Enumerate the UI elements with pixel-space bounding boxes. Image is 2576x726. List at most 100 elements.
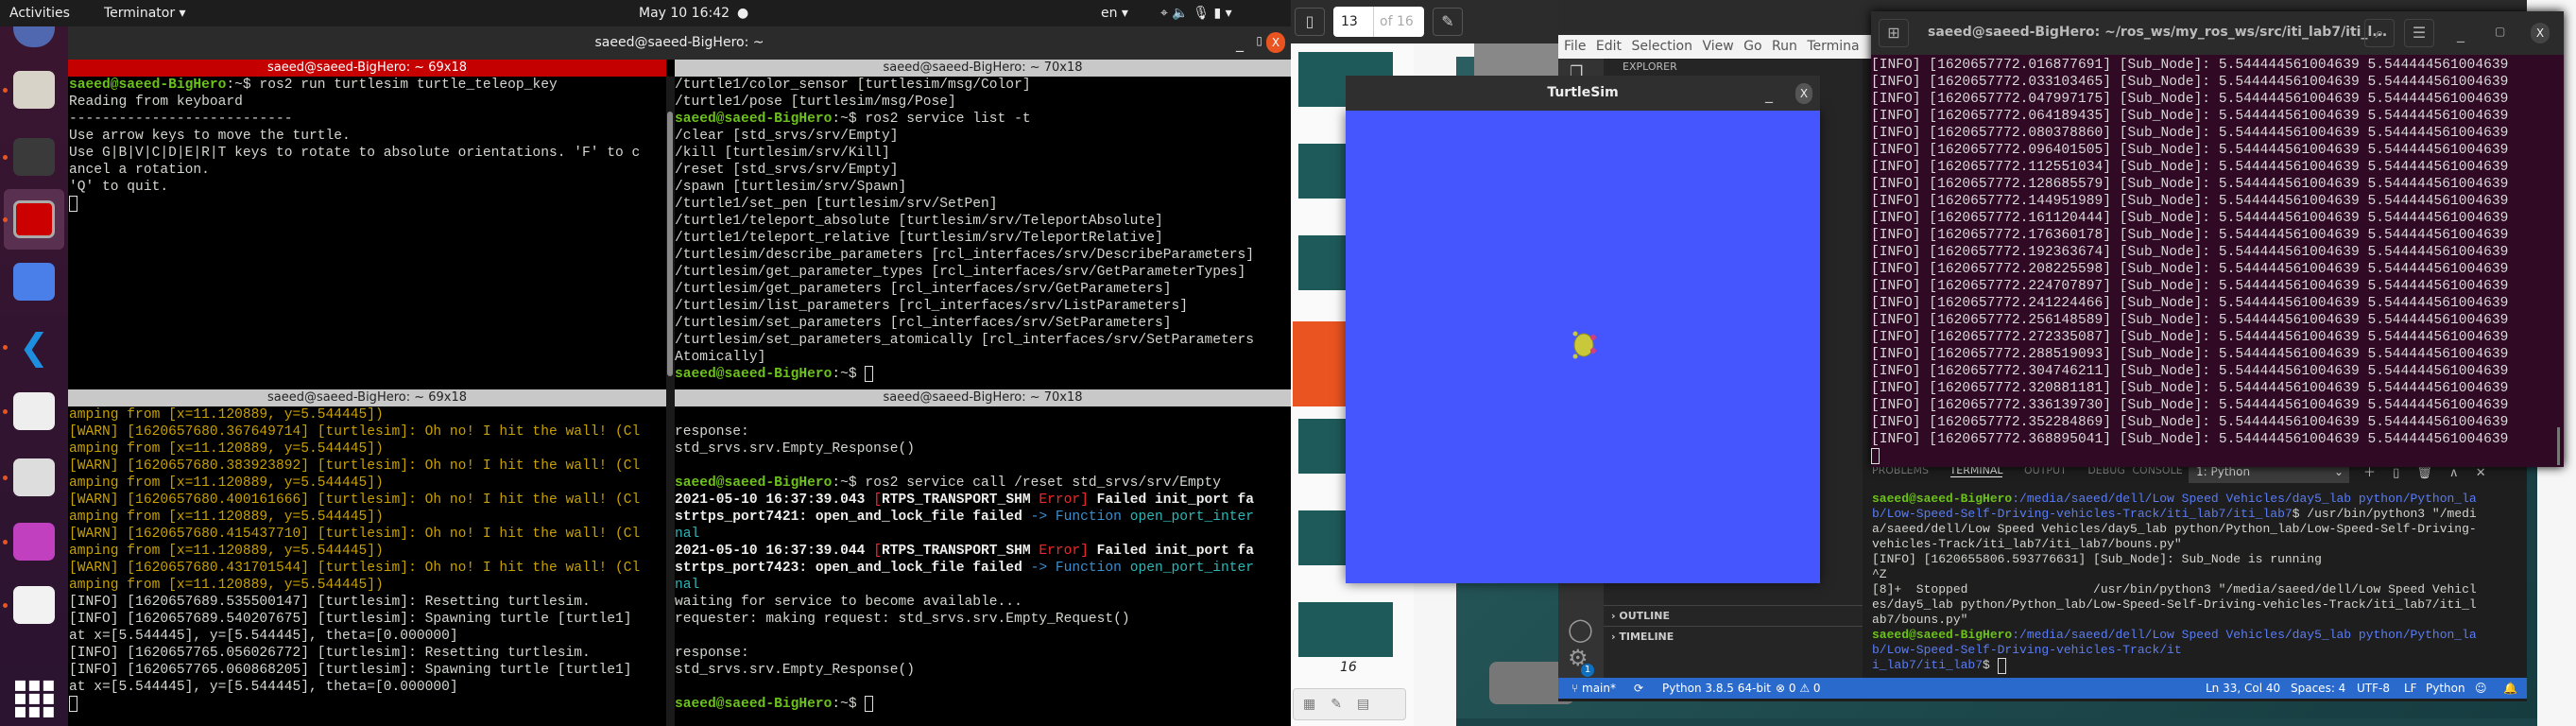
- document-viewer-icon[interactable]: [13, 392, 55, 430]
- log-node: ] [Sub_Node]:: [2103, 381, 2219, 396]
- annotate-icon[interactable]: ✎: [1433, 8, 1463, 36]
- python-interpreter[interactable]: Python 3.8.5 64-bit: [1662, 678, 1771, 699]
- terminator-icon[interactable]: [13, 200, 55, 238]
- terminal-pane-bottom-right[interactable]: saeed@saeed-BigHero: ~ 70x18 response: st…: [675, 389, 1291, 726]
- app-icon-partial[interactable]: [13, 26, 55, 47]
- menu-terminal[interactable]: Termina: [1807, 39, 1859, 54]
- sync-icon[interactable]: ⟳: [1634, 678, 1643, 699]
- files-icon[interactable]: [13, 71, 55, 109]
- maximize-button[interactable]: ▯: [1256, 34, 1262, 47]
- page-selector[interactable]: 13 of 16: [1333, 7, 1424, 37]
- pane-output[interactable]: amping from [x=11.120889, y=5.544445]) [W…: [68, 406, 666, 726]
- menu-go[interactable]: Go: [1743, 39, 1761, 54]
- close-button[interactable]: X: [1795, 83, 1812, 104]
- line-segment: strtps_port7423: open_and_lock_file fail…: [675, 561, 1031, 576]
- line-segment: open_port_inter: [1129, 561, 1255, 576]
- log-line: [INFO] [1620657772.176360178] [Sub_Node]…: [1871, 227, 2556, 244]
- line-segment: :~$ ros2 run turtlesim turtle_teleop_key: [226, 78, 558, 93]
- timeline-section[interactable]: › TIMELINE: [1604, 626, 1863, 647]
- minimize-button[interactable]: _: [2457, 25, 2464, 43]
- pane-output[interactable]: response: std_srvs.srv.Empty_Response() s…: [675, 406, 1291, 726]
- notifications-bell-icon[interactable]: 🔔: [2503, 678, 2517, 699]
- terminal-pane-top-left[interactable]: saeed@saeed-BigHero: ~ 69x18 saeed@saeed…: [68, 60, 666, 389]
- log-level: [INFO] [: [1871, 330, 1938, 345]
- sidebar-mode-buttons[interactable]: ▦✎▤: [1293, 688, 1406, 720]
- line-segment: :~$: [832, 367, 866, 382]
- menu-file[interactable]: File: [1564, 39, 1586, 54]
- terminal-pane-bottom-left[interactable]: saeed@saeed-BigHero: ~ 69x18 amping from…: [68, 389, 666, 726]
- pane-output[interactable]: /turtle1/color_sensor [turtlesim/msg/Col…: [675, 77, 1291, 389]
- terminal-icon[interactable]: [13, 138, 55, 176]
- line-segment: Error]: [1039, 544, 1089, 559]
- media-player-icon[interactable]: [13, 523, 55, 561]
- cursor-position[interactable]: Ln 33, Col 40: [2206, 678, 2280, 699]
- log-node: ] [Sub_Node]:: [2103, 177, 2219, 192]
- log-node: ] [Sub_Node]:: [2103, 364, 2219, 379]
- search-icon[interactable]: ⌕: [2364, 19, 2395, 47]
- line-segment: $ /usr/bin/python3 "/medi: [2292, 507, 2477, 521]
- magnifier-icon[interactable]: [13, 458, 55, 496]
- encoding[interactable]: UTF-8: [2357, 678, 2390, 699]
- page-thumbnail[interactable]: [1298, 602, 1393, 657]
- activities-button[interactable]: Activities: [9, 6, 70, 21]
- terminal-line: amping from [x=11.120889, y=5.544445]): [69, 475, 666, 492]
- terminal-line: 'Q' to quit.: [69, 179, 666, 196]
- line-segment: RTPS_TRANSPORT_SHM: [881, 493, 1039, 508]
- log-level: [INFO] [: [1871, 177, 1938, 192]
- terminal-output[interactable]: saeed@saeed-BigHero:/media/saeed/dell/Lo…: [1872, 492, 2477, 674]
- terminal-line: amping from [x=11.120889, y=5.544445]): [69, 509, 666, 526]
- new-tab-icon[interactable]: ⊞: [1879, 19, 1909, 47]
- language-indicator[interactable]: en ▾: [1101, 6, 1128, 21]
- minimize-button[interactable]: _: [1765, 85, 1773, 103]
- text-editor-icon[interactable]: [13, 586, 55, 624]
- show-apps-icon[interactable]: ▪▪▪ ▪▪▪ ▪▪▪: [13, 675, 56, 722]
- screenshot-icon[interactable]: [13, 263, 55, 301]
- menu-selection[interactable]: Selection: [1631, 39, 1692, 54]
- hamburger-menu-icon[interactable]: ☰: [2404, 19, 2434, 47]
- line-segment: Failed init_port fa: [1088, 544, 1255, 559]
- log-timestamp: 1620657772.161120444: [1937, 211, 2104, 226]
- log-value: 5.544444561004639 5.544444561004639: [2218, 432, 2509, 447]
- line-segment: ^Z: [1872, 567, 1887, 581]
- terminal-line: /turtlesim/get_parameter_types [rcl_inte…: [675, 264, 1291, 281]
- vscode-icon[interactable]: ❮: [13, 328, 55, 366]
- branch-status[interactable]: ⑂ main*: [1571, 678, 1616, 699]
- line-segment: /turtlesim/set_parameters_atomically [rc…: [675, 333, 1255, 348]
- eol[interactable]: LF: [2404, 678, 2417, 699]
- line-segment: $: [1983, 658, 1998, 672]
- app-menu[interactable]: Terminator ▾: [104, 6, 186, 21]
- indentation[interactable]: Spaces: 4: [2291, 678, 2345, 699]
- line-segment: [INFO] [1620657689.535500147] [turtlesim…: [69, 595, 591, 610]
- account-icon[interactable]: ◯: [1568, 616, 1593, 643]
- log-level: [INFO] [: [1871, 432, 1938, 447]
- close-button[interactable]: X: [1266, 32, 1285, 53]
- menu-edit[interactable]: Edit: [1596, 39, 1622, 54]
- log-node: ] [Sub_Node]:: [2103, 58, 2219, 73]
- outline-section[interactable]: › OUTLINE: [1604, 605, 1863, 626]
- log-value: 5.544444561004639 5.544444561004639: [2218, 109, 2509, 124]
- problems-status[interactable]: ⊗ 0 ⚠ 0: [1776, 678, 1821, 699]
- status-bar: ⑂ main* ⟳ Python 3.8.5 64-bit ⊗ 0 ⚠ 0 Ln…: [1558, 678, 2527, 699]
- line-segment: /clear [std_srvs/srv/Empty]: [675, 129, 899, 144]
- line-segment: [675, 680, 683, 695]
- gterm-output[interactable]: [INFO] [1620657772.016877691] [Sub_Node]…: [1871, 57, 2556, 465]
- line-segment: [675, 629, 683, 644]
- clock[interactable]: May 10 16:42: [639, 6, 730, 21]
- close-button[interactable]: X: [2531, 23, 2550, 43]
- terminal-line: es/day5_lab python/Python_lab/Low-Speed-…: [1872, 597, 2477, 613]
- scrollbar[interactable]: [2557, 427, 2560, 465]
- menu-run[interactable]: Run: [1772, 39, 1797, 54]
- line-segment: saeed@saeed-BigHero: [675, 367, 833, 382]
- language-mode[interactable]: Python: [2426, 678, 2465, 699]
- text-cursor: [865, 696, 874, 712]
- pane-output[interactable]: saeed@saeed-BigHero:~$ ros2 run turtlesi…: [68, 77, 666, 389]
- system-tray-icons[interactable]: ⌖ 🔈 🎙 ▮ ▾: [1160, 6, 1232, 21]
- menu-view[interactable]: View: [1702, 39, 1733, 54]
- scrollbar[interactable]: [667, 112, 673, 376]
- sidebar-toggle-icon[interactable]: ▯: [1295, 8, 1325, 36]
- page-number[interactable]: 13: [1341, 7, 1358, 37]
- maximize-button[interactable]: ▢: [2495, 25, 2505, 38]
- terminal-pane-top-right[interactable]: saeed@saeed-BigHero: ~ 70x18 /turtle1/co…: [675, 60, 1291, 389]
- minimize-button[interactable]: _: [1236, 34, 1244, 52]
- feedback-icon[interactable]: ☺: [2475, 678, 2487, 699]
